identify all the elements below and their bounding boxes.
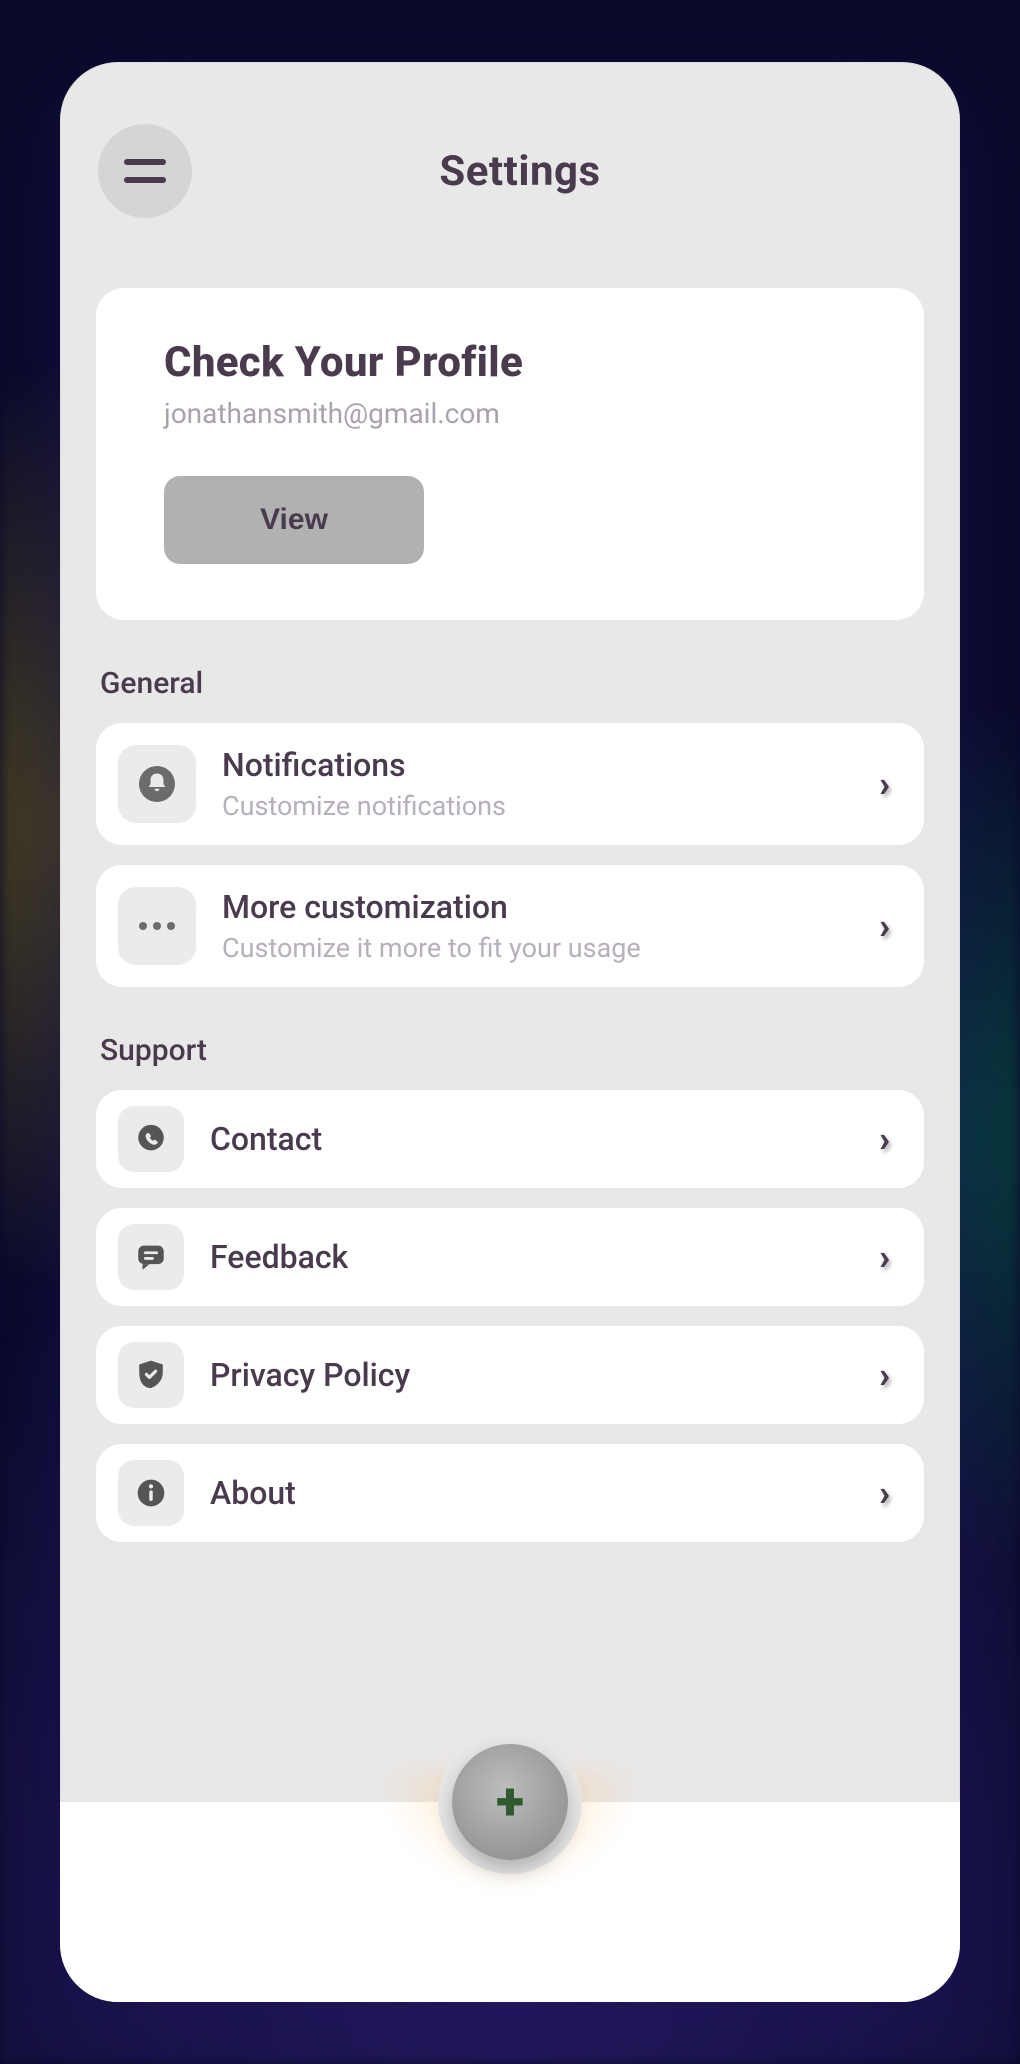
content: Check Your Profile jonathansmith@gmail.c… [60, 218, 960, 1542]
view-profile-button[interactable]: View [164, 476, 424, 564]
section-label-general: General [100, 666, 924, 701]
row-about[interactable]: About › [96, 1444, 924, 1542]
add-button[interactable]: + [452, 1744, 568, 1860]
chevron-right-icon: › [879, 1118, 894, 1160]
menu-button[interactable] [98, 124, 192, 218]
top-bar: Settings [60, 62, 960, 218]
info-icon [118, 1460, 184, 1526]
phone-bubble-icon [118, 1106, 184, 1172]
chat-icon [118, 1224, 184, 1290]
plus-icon: + [496, 1776, 524, 1828]
row-title: Contact [210, 1120, 879, 1158]
bottom-bar: + [60, 1802, 960, 2002]
row-subtitle: Customize it more to fit your usage [222, 932, 879, 964]
profile-card: Check Your Profile jonathansmith@gmail.c… [96, 288, 924, 620]
profile-card-email: jonathansmith@gmail.com [164, 397, 856, 430]
bell-icon [118, 745, 196, 823]
row-contact[interactable]: Contact › [96, 1090, 924, 1188]
row-title: More customization [222, 888, 879, 926]
row-subtitle: Customize notifications [222, 790, 879, 822]
row-feedback[interactable]: Feedback › [96, 1208, 924, 1306]
section-label-support: Support [100, 1033, 924, 1068]
chevron-right-icon: › [879, 1354, 894, 1396]
row-notifications[interactable]: Notifications Customize notifications › [96, 723, 924, 845]
settings-screen: Settings Check Your Profile jonathansmit… [60, 62, 960, 2002]
row-title: Notifications [222, 746, 879, 784]
row-more-customization[interactable]: More customization Customize it more to … [96, 865, 924, 987]
chevron-right-icon: › [879, 1472, 894, 1514]
row-privacy-policy[interactable]: Privacy Policy › [96, 1326, 924, 1424]
page-title: Settings [212, 147, 828, 196]
profile-card-heading: Check Your Profile [164, 338, 856, 387]
chevron-right-icon: › [879, 763, 894, 805]
more-icon [118, 887, 196, 965]
row-title: About [210, 1474, 879, 1512]
chevron-right-icon: › [879, 1236, 894, 1278]
chevron-right-icon: › [879, 905, 894, 947]
row-title: Feedback [210, 1238, 879, 1276]
hamburger-icon [124, 159, 166, 165]
shield-icon [118, 1342, 184, 1408]
row-title: Privacy Policy [210, 1356, 879, 1394]
